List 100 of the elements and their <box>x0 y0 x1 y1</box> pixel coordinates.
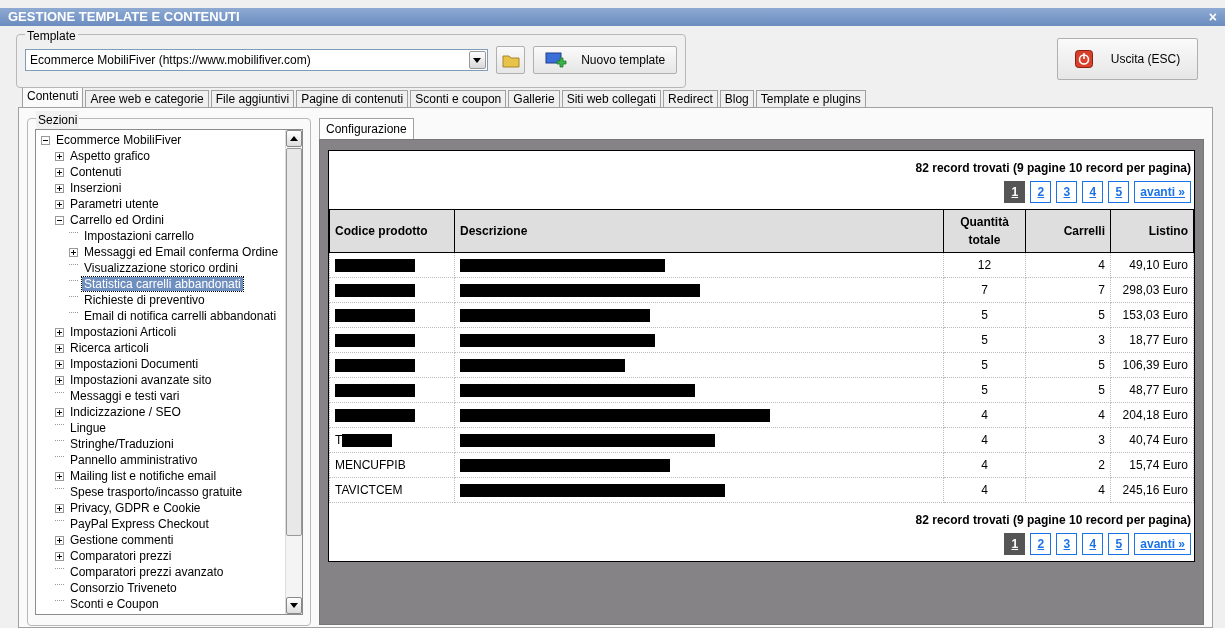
page-link[interactable]: 3 <box>1056 533 1078 555</box>
tab[interactable]: Blog <box>719 90 754 107</box>
table-cell: 49,10 Euro <box>1110 252 1194 278</box>
table-cell: 3 <box>1025 427 1111 453</box>
template-dropdown[interactable]: Ecommerce MobiliFiver (https://www.mobilifiver.com) <box>25 49 488 71</box>
expand-icon[interactable] <box>69 247 78 257</box>
tab[interactable]: Template e plugins <box>755 90 866 107</box>
new-template-button[interactable]: Nuovo template <box>533 46 677 74</box>
tree-item[interactable]: Pannello amministrativo <box>68 453 200 467</box>
tree-item[interactable]: Comparatori prezzi <box>68 549 174 563</box>
scroll-up-icon[interactable] <box>290 136 298 141</box>
expand-icon[interactable] <box>55 183 64 193</box>
expand-icon[interactable] <box>55 375 64 385</box>
monitor-plus-icon <box>545 52 568 68</box>
expand-icon[interactable] <box>55 407 64 417</box>
expand-icon[interactable] <box>55 503 64 513</box>
table-cell: 15,74 Euro <box>1110 452 1194 478</box>
page-link[interactable]: 4 <box>1082 533 1104 555</box>
collapse-icon[interactable] <box>41 135 50 145</box>
table-cell: 106,39 Euro <box>1110 352 1194 378</box>
column-header: Carrelli <box>1025 209 1111 253</box>
tree-item[interactable]: Spese trasporto/incasso gratuite <box>68 485 245 499</box>
table-cell: 7 <box>1025 277 1111 303</box>
page-link[interactable]: 2 <box>1030 533 1052 555</box>
group-label: Sezioni <box>36 111 80 129</box>
tree-item[interactable]: PayPal Express Checkout <box>68 517 211 531</box>
scrollbar[interactable] <box>285 130 302 614</box>
table-cell: 4 <box>943 477 1026 503</box>
expand-icon[interactable] <box>55 151 64 161</box>
expand-icon[interactable] <box>55 535 64 545</box>
table-cell: 5 <box>1025 352 1111 378</box>
expand-icon[interactable] <box>55 343 64 353</box>
expand-icon[interactable] <box>55 359 64 369</box>
expand-icon[interactable] <box>55 199 64 209</box>
tree-item[interactable]: Email di notifica carrelli abbandonati <box>82 309 279 323</box>
page-link[interactable]: 5 <box>1108 181 1130 203</box>
tree-item[interactable]: Indicizzazione / SEO <box>68 405 183 419</box>
product-code: MENCUFPIB <box>335 458 406 472</box>
tab[interactable]: Siti web collegati <box>561 90 662 107</box>
page-link[interactable]: 1 <box>1004 181 1026 203</box>
tab[interactable]: Redirect <box>663 90 718 107</box>
expand-icon[interactable] <box>55 167 64 177</box>
scroll-down-icon[interactable] <box>290 603 298 608</box>
table-cell: 204,18 Euro <box>1110 402 1194 428</box>
exit-button[interactable]: Uscita (ESC) <box>1057 38 1198 80</box>
table-cell: 4 <box>1025 402 1111 428</box>
table-cell: 5 <box>943 327 1026 353</box>
tree-item[interactable]: Gestione commenti <box>68 533 176 547</box>
tab[interactable]: File aggiuntivi <box>210 90 295 107</box>
tree-item[interactable]: Impostazioni Articoli <box>68 325 179 339</box>
expand-icon[interactable] <box>55 327 64 337</box>
page-link[interactable]: avanti » <box>1134 181 1191 203</box>
tab[interactable]: Configurazione <box>319 118 414 139</box>
page-link[interactable]: avanti » <box>1134 533 1191 555</box>
table-cell: 4 <box>943 452 1026 478</box>
table-cell: 298,03 Euro <box>1110 277 1194 303</box>
expand-icon[interactable] <box>55 471 64 481</box>
column-header: Codice prodotto <box>329 209 455 253</box>
tab[interactable]: Pagine di contenuti <box>296 90 409 107</box>
record-count: 82 record trovati (9 pagine 10 record per pagina) <box>914 512 1192 529</box>
page-link[interactable]: 2 <box>1030 181 1052 203</box>
tree-item[interactable]: Comparatori prezzi avanzato <box>68 565 226 579</box>
tree-item[interactable]: Impostazioni Documenti <box>68 357 201 371</box>
tree-item[interactable]: Parametri utente <box>68 197 161 211</box>
tree-item[interactable]: Visualizzazione storico ordini <box>82 261 240 275</box>
table-cell: 18,77 Euro <box>1110 327 1194 353</box>
tab[interactable]: Gallerie <box>508 90 560 107</box>
tree-item[interactable]: Ecommerce MobiliFiver <box>54 133 184 147</box>
tree-item[interactable]: Richieste di preventivo <box>82 293 207 307</box>
table-cell: 5 <box>943 377 1026 403</box>
tree-item[interactable]: Impostazioni carrello <box>82 229 197 243</box>
page-link[interactable]: 5 <box>1108 533 1130 555</box>
tree-item[interactable]: Ricerca articoli <box>68 341 151 355</box>
tree-item[interactable]: Aspetto grafico <box>68 149 153 163</box>
tree-item[interactable]: Impostazioni avanzate sito <box>68 373 214 387</box>
expand-icon[interactable] <box>55 551 64 561</box>
column-header: Quantità totale <box>943 209 1026 253</box>
table-cell: 7 <box>943 277 1026 303</box>
tree-item[interactable]: Contenuti <box>68 165 124 179</box>
page-link[interactable]: 1 <box>1004 533 1026 555</box>
column-header: Descrizione <box>454 209 944 253</box>
tab[interactable]: Sconti e coupon <box>410 90 507 107</box>
tab[interactable]: Contenuti <box>22 87 84 107</box>
table-cell: 4 <box>943 402 1026 428</box>
tree-item[interactable]: Carrello ed Ordini <box>68 213 167 227</box>
tree-item[interactable]: Mailing list e notifiche email <box>68 469 219 483</box>
tree-item[interactable]: Lingue <box>68 421 109 435</box>
collapse-icon[interactable] <box>55 215 64 225</box>
page-link[interactable]: 4 <box>1082 181 1104 203</box>
tree-item[interactable]: Sconti e Coupon <box>68 597 161 611</box>
tree-item[interactable]: Messaggi e testi vari <box>68 389 182 403</box>
table-cell: 5 <box>1025 377 1111 403</box>
table-cell: 4 <box>1025 477 1111 503</box>
tab[interactable]: Aree web e categorie <box>85 90 209 107</box>
tree-item[interactable]: Inserzioni <box>68 181 124 195</box>
tree-item[interactable]: Stringhe/Traduzioni <box>68 437 176 451</box>
tree-item[interactable]: Messaggi ed Email conferma Ordine <box>82 245 281 259</box>
tree-item[interactable]: Consorzio Triveneto <box>68 581 179 595</box>
page-link[interactable]: 3 <box>1056 181 1078 203</box>
tree-item[interactable]: Privacy, GDPR e Cookie <box>68 501 203 515</box>
